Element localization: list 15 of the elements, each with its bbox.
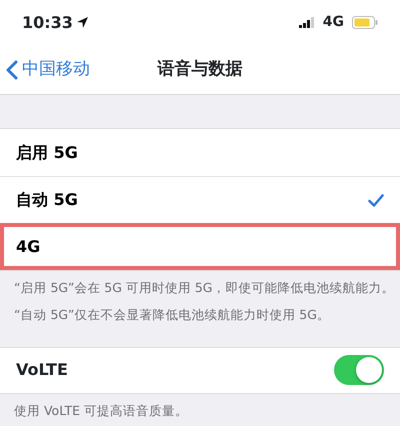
status-time: 10:33 [22, 12, 73, 34]
checkmark-icon [368, 194, 384, 206]
chevron-left-icon [6, 60, 18, 80]
location-arrow-icon [76, 17, 88, 28]
battery-icon [352, 16, 378, 29]
signal-icon [298, 17, 315, 28]
footnote-text: 使用 VoLTE 可提高语音质量。 [13, 402, 189, 420]
volte-toggle[interactable] [334, 355, 384, 385]
footnote-text: “自动 5G”仅在不会显著降低电池续航能力时使用 5G。 [13, 306, 331, 324]
footnote-text: “启用 5G”会在 5G 可用时使用 5G，即使可能降低电池续航能力。 [13, 279, 396, 297]
setting-label: VoLTE [16, 359, 68, 381]
option-row[interactable]: 4G [0, 223, 400, 270]
page-title: 语音与数据 [158, 58, 242, 81]
network-label: 4G [322, 13, 344, 32]
back-button[interactable]: 中国移动 [0, 56, 90, 82]
